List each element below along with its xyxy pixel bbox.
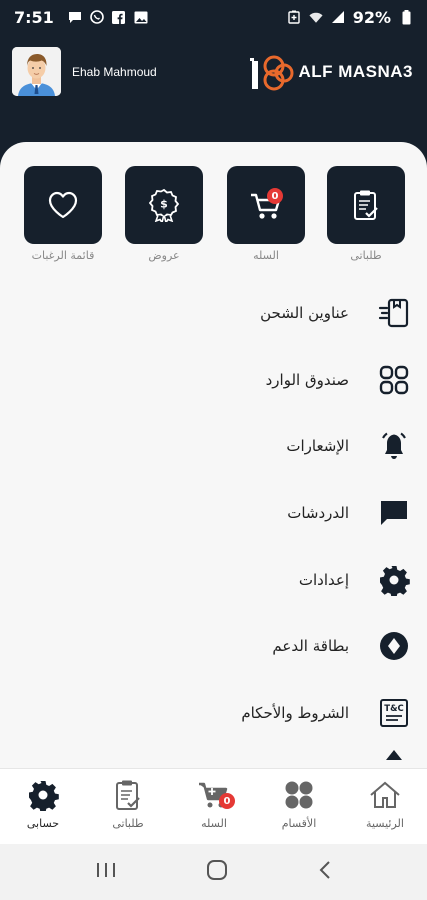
- quick-actions: طلباتى 0 السله $ عروض قائمة الرغبات: [0, 166, 427, 266]
- quick-orders[interactable]: طلباتى: [327, 166, 405, 262]
- logo-mark-icon: [250, 55, 294, 91]
- message-icon: [68, 10, 82, 24]
- logo-text: ALF MASNA3: [298, 62, 413, 81]
- facebook-icon: [112, 10, 126, 24]
- svg-text:T&C: T&C: [384, 704, 403, 714]
- menu-item-label: الإشعارات: [286, 437, 349, 456]
- home-button-icon[interactable]: [206, 859, 228, 885]
- support-card-icon: [377, 629, 411, 663]
- nav-account-label: حسابى: [26, 817, 60, 830]
- heart-icon: [48, 191, 78, 219]
- menu-item-chats[interactable]: الدردشات: [0, 480, 427, 547]
- nav-cart[interactable]: 0 السله: [174, 777, 254, 830]
- menu-item-label: عناوين الشحن: [260, 304, 349, 323]
- menu-item-label: إعدادات: [298, 570, 349, 589]
- categories-icon: [259, 777, 339, 813]
- nav-account[interactable]: حسابى: [3, 777, 83, 830]
- orders-clipboard-icon: [88, 777, 168, 813]
- battery-percent: 92%: [352, 7, 391, 27]
- drawer-header: Ehab Mahmoud ALF MASNA3: [0, 34, 427, 142]
- terms-icon: T&C: [377, 696, 411, 730]
- inbox-grid-icon: [377, 363, 411, 397]
- menu-item-next-partial[interactable]: [0, 746, 427, 768]
- menu-item-inbox[interactable]: صندوق الوارد: [0, 347, 427, 414]
- status-time: 7:51: [14, 7, 54, 27]
- account-gear-icon: [3, 777, 83, 813]
- menu-item-label: صندوق الوارد: [265, 370, 349, 389]
- nav-cart-label: السله: [201, 817, 227, 830]
- battery-saver-icon: [287, 10, 301, 24]
- signal-icon: [331, 10, 345, 24]
- quick-cart[interactable]: 0 السله: [227, 166, 305, 262]
- cart-add-icon: 0: [174, 777, 254, 813]
- partial-icon: [377, 746, 411, 761]
- quick-cart-label: السله: [253, 249, 279, 262]
- shipping-address-icon: [377, 296, 411, 330]
- nav-categories[interactable]: الأقسام: [259, 777, 339, 830]
- cart-badge: 0: [267, 188, 283, 204]
- nav-home[interactable]: الرئيسية: [345, 777, 425, 830]
- nav-orders[interactable]: طلباتى: [88, 777, 168, 830]
- avatar[interactable]: [12, 47, 61, 96]
- quick-orders-tile[interactable]: [327, 166, 405, 244]
- quick-orders-label: طلباتى: [350, 249, 382, 262]
- menu-item-label: بطاقة الدعم: [272, 637, 349, 656]
- status-bar: 7:51 92%: [0, 0, 427, 34]
- orders-clipboard-icon: [354, 190, 378, 220]
- recent-apps-icon[interactable]: [95, 861, 117, 883]
- menu-item-terms[interactable]: الشروط والأحكام T&C: [0, 680, 427, 747]
- nav-home-label: الرئيسية: [366, 817, 404, 830]
- bell-icon: [377, 429, 411, 463]
- alf-masna3-logo: ALF MASNA3: [248, 52, 413, 92]
- battery-icon: [399, 9, 413, 24]
- settings-gear-icon: [377, 563, 411, 597]
- quick-wishlist-tile[interactable]: [24, 166, 102, 244]
- menu-item-label: الدردشات: [287, 504, 349, 523]
- back-icon[interactable]: [318, 860, 332, 884]
- whatsapp-icon: [89, 10, 104, 24]
- menu-item-label: الشروط والأحكام: [241, 703, 349, 722]
- drawer-sheet: طلباتى 0 السله $ عروض قائمة الرغبات عناو…: [0, 142, 427, 768]
- offers-badge-icon: $: [149, 188, 179, 222]
- menu-item-support-card[interactable]: بطاقة الدعم: [0, 613, 427, 680]
- user-name[interactable]: Ehab Mahmoud: [72, 65, 157, 79]
- system-nav-bar: [0, 844, 427, 900]
- home-icon: [345, 777, 425, 813]
- nav-categories-label: الأقسام: [281, 817, 317, 830]
- gallery-icon: [134, 10, 148, 24]
- bottom-nav: الرئيسية الأقسام 0 السله طلباتى حسابى: [0, 768, 427, 844]
- nav-orders-label: طلباتى: [112, 817, 144, 830]
- menu-item-shipping-addresses[interactable]: عناوين الشحن: [0, 280, 427, 347]
- nav-cart-badge: 0: [219, 793, 235, 809]
- quick-cart-tile[interactable]: 0: [227, 166, 305, 244]
- quick-wishlist-label: قائمة الرغبات: [31, 249, 95, 262]
- wifi-icon: [309, 10, 323, 24]
- menu-item-settings[interactable]: إعدادات: [0, 546, 427, 613]
- quick-wishlist[interactable]: قائمة الرغبات: [24, 166, 102, 262]
- drawer-menu: عناوين الشحن صندوق الوارد الإشعارات الدر…: [0, 280, 427, 768]
- svg-text:$: $: [160, 198, 168, 211]
- quick-offers-tile[interactable]: $: [125, 166, 203, 244]
- quick-offers[interactable]: $ عروض: [125, 166, 203, 262]
- chat-icon: [377, 496, 411, 530]
- menu-item-notifications[interactable]: الإشعارات: [0, 413, 427, 480]
- quick-offers-label: عروض: [148, 249, 180, 262]
